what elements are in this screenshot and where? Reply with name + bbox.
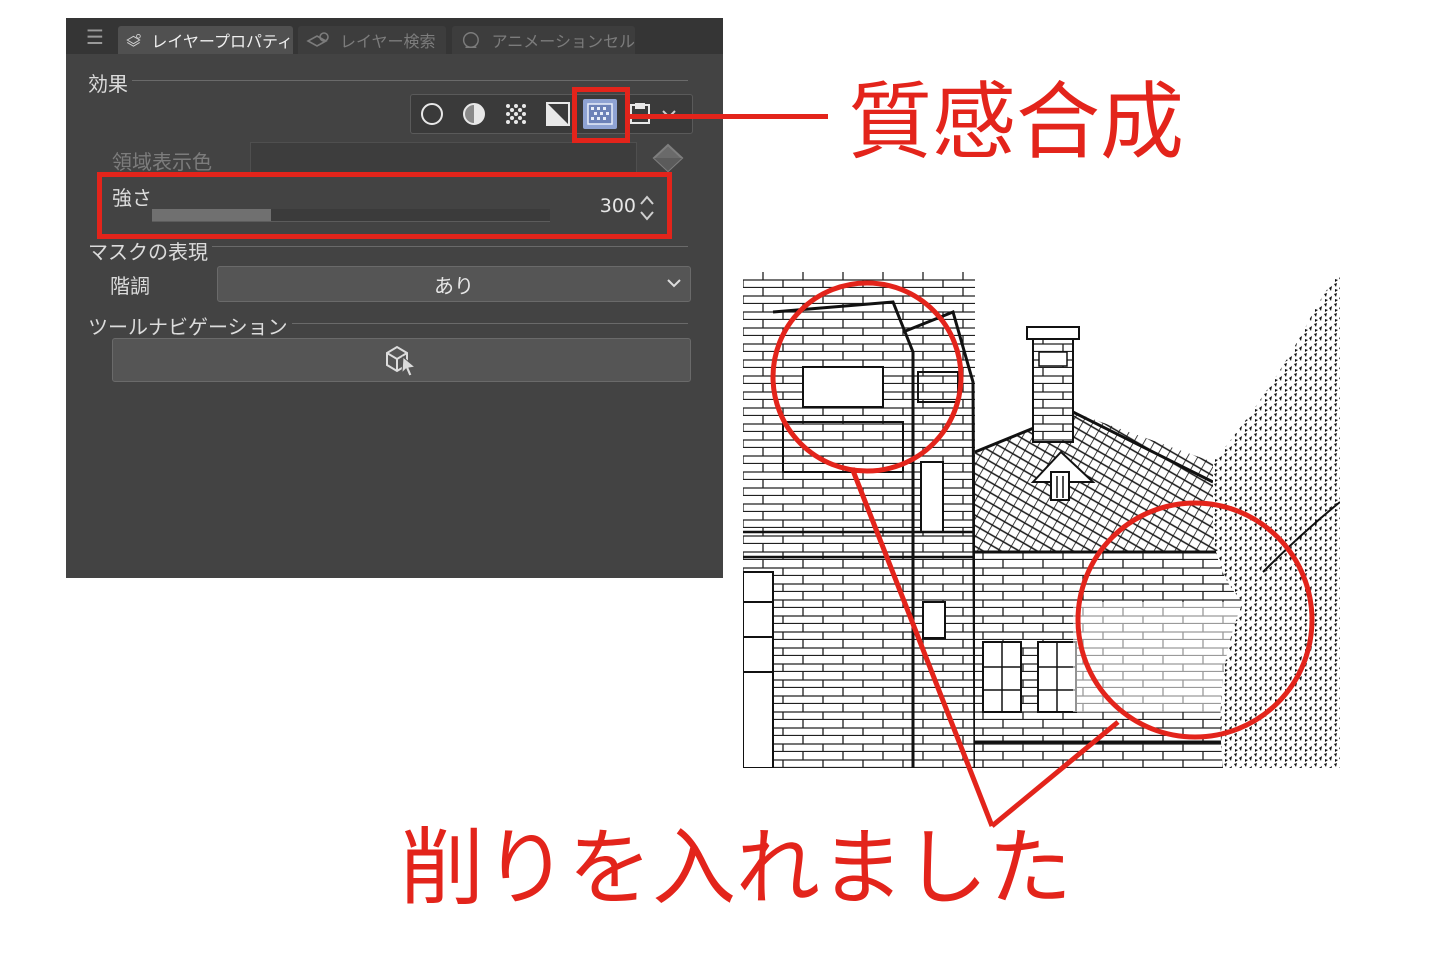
effect-section-divider <box>88 80 688 81</box>
tone-button[interactable] <box>499 99 533 129</box>
tab-layer-search[interactable]: レイヤー検索 <box>298 26 446 54</box>
border-effect-icon <box>421 103 443 125</box>
tone-icon <box>506 104 526 124</box>
building-line-art <box>743 272 1340 768</box>
object-select-icon <box>385 345 416 377</box>
mask-section-label: マスクの表現 <box>88 236 212 265</box>
gradation-label: 階調 <box>110 274 150 298</box>
region-color-label: 領域表示色 <box>112 150 212 174</box>
threshold-button[interactable] <box>541 99 575 129</box>
effect-section-label: 効果 <box>88 68 132 97</box>
tab-layer-search-label: レイヤー検索 <box>340 32 436 51</box>
texture-callout-line <box>630 114 828 119</box>
strength-row-highlight <box>97 172 672 239</box>
gradation-select[interactable]: あり <box>217 266 691 302</box>
chevron-down-icon <box>667 279 681 288</box>
tab-animation-cel[interactable]: アニメーションセル <box>452 26 635 54</box>
tab-layer-property-label: レイヤープロパティ <box>151 32 293 51</box>
tool-nav-section-label: ツールナビゲーション <box>88 311 292 340</box>
layer-search-icon <box>306 32 329 47</box>
texture-composite-callout: 質感合成 <box>848 73 1185 171</box>
tool-navigation-button[interactable] <box>112 338 691 382</box>
threshold-icon <box>546 102 570 126</box>
scraping-callout: 削りを入れました <box>400 819 1073 917</box>
paint-bucket-icon <box>652 143 684 173</box>
border-effect-button[interactable] <box>415 99 449 129</box>
tab-layer-property[interactable]: レイヤープロパティ <box>118 26 293 54</box>
gradation-select-value: あり <box>434 273 474 298</box>
layer-color-icon <box>463 103 485 125</box>
tab-animation-cel-label: アニメーションセル <box>491 32 635 51</box>
region-color-field <box>250 142 637 174</box>
layer-color-button[interactable] <box>457 99 491 129</box>
animation-cel-icon <box>462 32 479 48</box>
panel-tab-bar: ☰ レイヤープロパティ レイヤー検索 アニメーションセル <box>66 18 723 54</box>
layer-property-icon <box>126 33 141 47</box>
texture-button-highlight <box>572 87 630 143</box>
panel-menu-icon[interactable]: ☰ <box>86 25 104 49</box>
